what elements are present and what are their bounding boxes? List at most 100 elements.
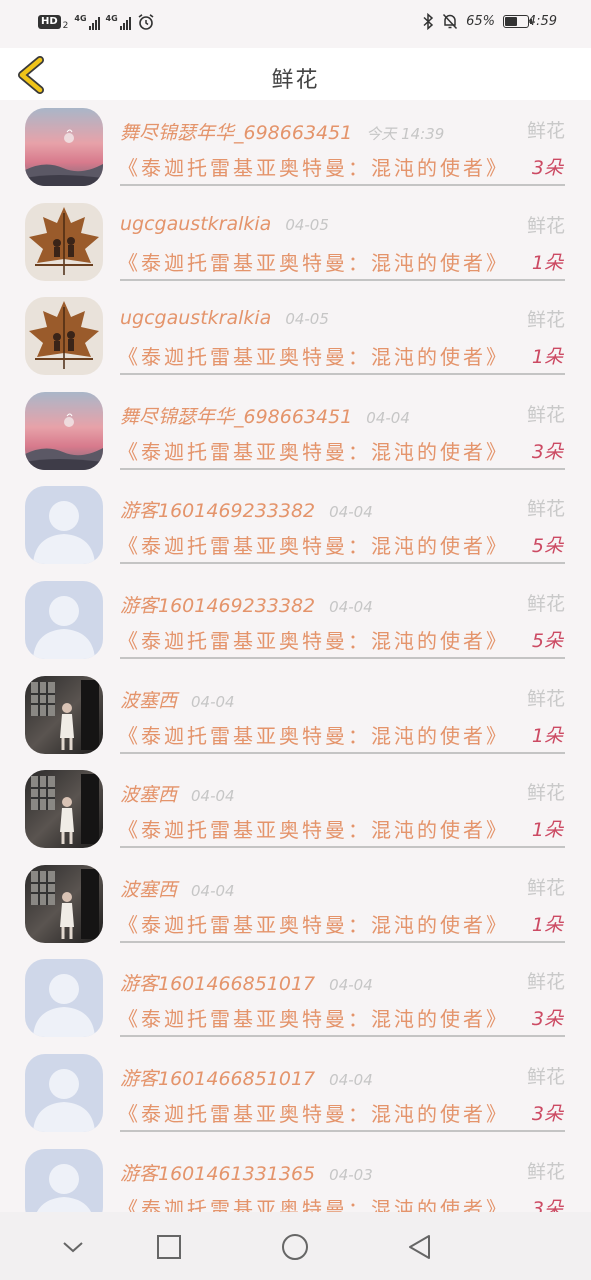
avatar[interactable] bbox=[25, 675, 103, 754]
user-line: 波塞西 04-04 bbox=[120, 875, 235, 902]
gift-kind: 鲜花 bbox=[526, 214, 565, 237]
book-title-link[interactable]: 《泰迦托雷基亚奥特曼：混沌的使者》 bbox=[118, 720, 509, 749]
user-name[interactable]: 游客1601466851017 bbox=[120, 969, 315, 996]
user-name[interactable]: 舞尽锦瑟年华_698663451 bbox=[120, 118, 352, 145]
user-line: 舞尽锦瑟年华_698663451 04-04 bbox=[120, 402, 410, 429]
user-name[interactable]: 游客1601469233382 bbox=[120, 496, 315, 523]
book-title-link[interactable]: 《泰迦托雷基亚奥特曼：混沌的使者》 bbox=[118, 247, 509, 276]
list-item[interactable]: 游客1601466851017 04-04 鲜花 《泰迦托雷基亚奥特曼：混沌的使者》 3… bbox=[0, 951, 591, 1046]
avatar[interactable] bbox=[25, 108, 103, 186]
flower-count: 1朵 bbox=[531, 913, 563, 936]
divider bbox=[120, 657, 565, 659]
avatar[interactable] bbox=[25, 297, 103, 376]
list-item[interactable]: 波塞西 04-04 鲜花 《泰迦托雷基亚奥特曼：混沌的使者》 1朵 bbox=[0, 668, 591, 763]
flower-count: 1朵 bbox=[531, 724, 563, 747]
divider bbox=[120, 751, 565, 754]
gift-date: 04-03 bbox=[329, 1165, 373, 1184]
triangle-back-icon[interactable] bbox=[403, 1230, 437, 1264]
list-item[interactable]: 舞尽锦瑟年华_698663451 今天 14:39 鲜花 《泰迦托雷基亚奥特曼：混沌的… bbox=[0, 100, 591, 195]
avatar[interactable] bbox=[25, 864, 103, 943]
user-line: ugcgaustkralkia 04-05 bbox=[120, 307, 329, 329]
gift-kind: 鲜花 bbox=[526, 687, 565, 710]
hd-sub: 2 bbox=[62, 21, 69, 31]
list-item[interactable]: ugcgaustkralkia 04-05 鲜花 《泰迦托雷基亚奥特曼：混沌的使者》 1… bbox=[0, 195, 591, 290]
gift-kind: 鲜花 bbox=[526, 1066, 565, 1088]
list-item[interactable]: 游客1601469233382 04-04 鲜花 《泰迦托雷基亚奥特曼：混沌的使者》 5… bbox=[0, 573, 591, 668]
user-line: 游客1601466851017 04-04 bbox=[120, 1064, 373, 1091]
user-name[interactable]: 游客1601469233382 bbox=[120, 591, 315, 618]
list-item[interactable]: ugcgaustkralkia 04-05 鲜花 《泰迦托雷基亚奥特曼：混沌的使者》 1… bbox=[0, 289, 591, 384]
avatar[interactable] bbox=[25, 391, 103, 470]
list-item[interactable]: 舞尽锦瑟年华_698663451 04-04 鲜花 《泰迦托雷基亚奥特曼：混沌的使者》… bbox=[0, 384, 591, 479]
gift-kind: 鲜花 bbox=[526, 403, 565, 426]
book-title-link[interactable]: 《泰迦托雷基亚奥特曼：混沌的使者》 bbox=[118, 1003, 509, 1032]
header: 鲜花 bbox=[0, 48, 591, 100]
gift-date: 04-04 bbox=[329, 598, 373, 616]
circle-icon[interactable] bbox=[278, 1230, 312, 1264]
list-item[interactable]: 游客1601461331365 04-03 鲜花 《泰迦托雷基亚奥特曼：混沌的使者》 3… bbox=[0, 1141, 591, 1212]
mute-bell-icon bbox=[443, 13, 458, 30]
page-title: 鲜花 bbox=[271, 68, 320, 93]
gift-kind: 鲜花 bbox=[526, 120, 565, 142]
gift-date: 04-04 bbox=[191, 692, 235, 711]
avatar[interactable] bbox=[25, 1054, 103, 1132]
gift-date: 04-04 bbox=[329, 1071, 373, 1089]
user-name[interactable]: 游客1601466851017 bbox=[120, 1064, 315, 1091]
book-title-link[interactable]: 《泰迦托雷基亚奥特曼：混沌的使者》 bbox=[118, 436, 509, 465]
user-line: 游客1601469233382 04-04 bbox=[120, 591, 373, 618]
user-line: 游客1601461331365 04-03 bbox=[120, 1159, 373, 1186]
avatar[interactable] bbox=[25, 959, 103, 1038]
status-time: 4:59 bbox=[527, 14, 557, 29]
gift-kind: 鲜花 bbox=[526, 1160, 565, 1183]
user-name[interactable]: 舞尽锦瑟年华_698663451 bbox=[120, 402, 352, 429]
user-name[interactable]: 波塞西 bbox=[120, 875, 177, 902]
book-title-link[interactable]: 《泰迦托雷基亚奥特曼：混沌的使者》 bbox=[118, 1193, 509, 1212]
gift-date: 04-04 bbox=[191, 787, 235, 806]
user-name[interactable]: 波塞西 bbox=[120, 686, 177, 713]
book-title-link[interactable]: 《泰迦托雷基亚奥特曼：混沌的使者》 bbox=[118, 625, 509, 654]
user-name[interactable]: 游客1601461331365 bbox=[120, 1159, 315, 1186]
list-item[interactable]: 波塞西 04-04 鲜花 《泰迦托雷基亚奥特曼：混沌的使者》 1朵 bbox=[0, 857, 591, 952]
divider bbox=[120, 373, 565, 376]
gift-kind: 鲜花 bbox=[526, 309, 565, 332]
book-title-link[interactable]: 《泰迦托雷基亚奥特曼：混沌的使者》 bbox=[118, 530, 509, 559]
user-name[interactable]: ugcgaustkralkia bbox=[120, 307, 271, 329]
status-right: 65% bbox=[422, 13, 532, 30]
user-line: 舞尽锦瑟年华_698663451 今天 14:39 bbox=[120, 118, 444, 145]
book-title-link[interactable]: 《泰迦托雷基亚奥特曼：混沌的使者》 bbox=[118, 152, 509, 181]
avatar[interactable] bbox=[25, 202, 103, 281]
flower-list: 舞尽锦瑟年华_698663451 今天 14:39 鲜花 《泰迦托雷基亚奥特曼：混沌的… bbox=[0, 100, 591, 1212]
gift-date: 04-04 bbox=[366, 408, 410, 427]
divider bbox=[120, 940, 565, 943]
avatar[interactable] bbox=[25, 581, 103, 659]
navigation-bar bbox=[0, 1212, 591, 1280]
divider bbox=[120, 1035, 565, 1038]
battery-icon bbox=[503, 15, 532, 28]
list-item[interactable]: 游客1601469233382 04-04 鲜花 《泰迦托雷基亚奥特曼：混沌的使者》 5… bbox=[0, 478, 591, 573]
book-title-link[interactable]: 《泰迦托雷基亚奥特曼：混沌的使者》 bbox=[118, 341, 509, 370]
user-line: ugcgaustkralkia 04-05 bbox=[120, 213, 329, 235]
book-title-link[interactable]: 《泰迦托雷基亚奥特曼：混沌的使者》 bbox=[118, 1098, 509, 1127]
flower-count: 1朵 bbox=[531, 819, 563, 842]
book-title-link[interactable]: 《泰迦托雷基亚奥特曼：混沌的使者》 bbox=[118, 814, 509, 843]
chevron-down-icon[interactable] bbox=[56, 1230, 90, 1264]
list-item[interactable]: 波塞西 04-04 鲜花 《泰迦托雷基亚奥特曼：混沌的使者》 1朵 bbox=[0, 762, 591, 857]
gift-kind: 鲜花 bbox=[526, 876, 565, 899]
flower-count: 3朵 bbox=[531, 440, 563, 463]
divider bbox=[120, 1130, 565, 1132]
user-name[interactable]: ugcgaustkralkia bbox=[120, 213, 271, 235]
gift-date: 04-05 bbox=[285, 310, 329, 329]
gift-date: 04-04 bbox=[329, 976, 373, 995]
gift-kind: 鲜花 bbox=[526, 498, 565, 521]
avatar[interactable] bbox=[25, 770, 103, 849]
alarm-icon bbox=[138, 14, 154, 30]
avatar[interactable] bbox=[25, 486, 103, 565]
square-icon[interactable] bbox=[152, 1230, 186, 1264]
divider bbox=[120, 846, 565, 849]
avatar[interactable] bbox=[25, 1148, 103, 1212]
flower-count: 5朵 bbox=[531, 535, 563, 558]
book-title-link[interactable]: 《泰迦托雷基亚奥特曼：混沌的使者》 bbox=[118, 909, 509, 938]
user-line: 游客1601469233382 04-04 bbox=[120, 496, 373, 523]
user-name[interactable]: 波塞西 bbox=[120, 780, 177, 807]
list-item[interactable]: 游客1601466851017 04-04 鲜花 《泰迦托雷基亚奥特曼：混沌的使者》 3… bbox=[0, 1046, 591, 1141]
